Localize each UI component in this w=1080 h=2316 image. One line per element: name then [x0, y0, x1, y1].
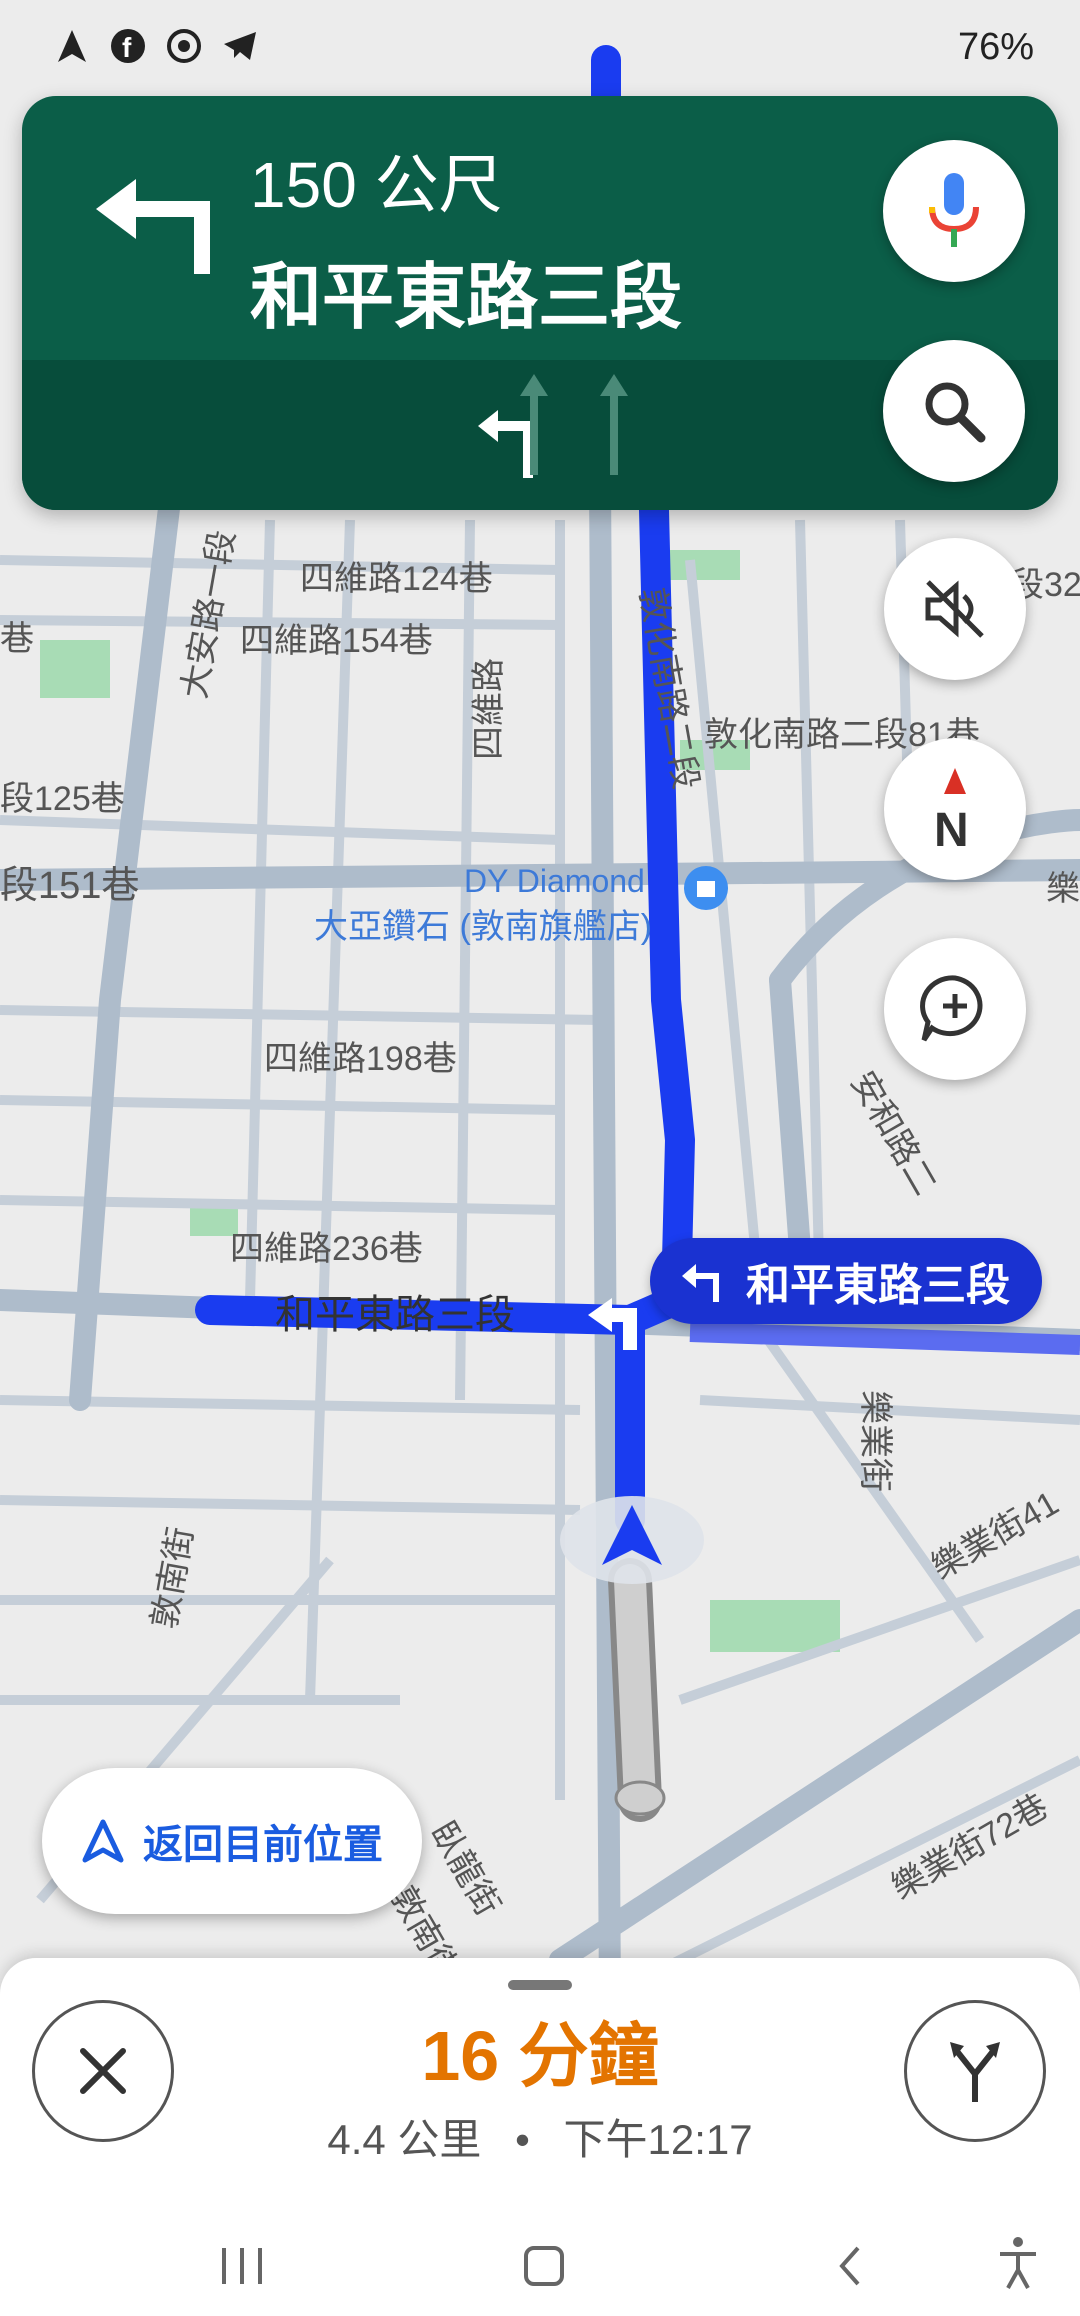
map-label: 段125巷 [0, 780, 125, 818]
mute-button[interactable] [884, 538, 1026, 680]
poi-label-zh[interactable]: 大亞鑽石 (敦南旗艦店) [314, 908, 652, 946]
sound-off-icon [925, 580, 984, 638]
map-label: 樂業街 [856, 1390, 894, 1492]
telegram-icon [224, 32, 256, 60]
map-label: 四維路154巷 [240, 622, 433, 660]
search-button[interactable] [883, 340, 1025, 482]
map-label: 和平東路三段 [275, 1293, 515, 1337]
map-label: 四維路236巷 [230, 1230, 423, 1268]
map-label: 巷 [0, 620, 34, 658]
system-navigation-bar [222, 2237, 1036, 2289]
trip-distance: 4.4 公里 [327, 2116, 482, 2163]
lane-straight-icon [520, 374, 548, 475]
upcoming-street-label: 和平東路三段 [746, 1261, 1010, 1310]
svg-text:f: f [122, 32, 132, 63]
poi-label-en[interactable]: DY Diamond [464, 863, 645, 899]
alternate-routes-button[interactable] [904, 2000, 1046, 2142]
search-icon [925, 382, 986, 443]
arrival-time: 下午12:17 [563, 2116, 753, 2163]
turn-left-icon [96, 179, 210, 274]
accessibility-button[interactable] [1000, 2237, 1036, 2289]
separator: • [515, 2116, 530, 2163]
maneuver-street: 和平東路三段 [250, 258, 683, 338]
status-bar: f 76% [0, 0, 1080, 96]
add-comment-icon [920, 975, 983, 1042]
fork-route-icon [950, 2042, 1000, 2102]
map-label: 樂 [1046, 870, 1080, 908]
map-label: 四維路 [470, 658, 508, 760]
turn-left-icon [682, 1264, 719, 1302]
facebook-icon: f [111, 29, 145, 63]
recenter-button[interactable]: 返回目前位置 [42, 1768, 422, 1914]
battery-level: 76% [957, 26, 1034, 68]
recent-apps-button[interactable] [222, 2248, 262, 2284]
recenter-label: 返回目前位置 [143, 1823, 383, 1867]
svg-text:N: N [934, 804, 969, 854]
map-label: 四維路198巷 [264, 1040, 457, 1078]
sheet-drag-handle[interactable] [508, 1980, 572, 1990]
maneuver-distance: 150 公尺 [250, 149, 503, 221]
navigation-arrow-icon [82, 1819, 124, 1863]
compass-icon: N [934, 768, 969, 854]
home-button[interactable] [524, 2246, 564, 2286]
voice-search-button[interactable] [883, 140, 1025, 282]
add-report-button[interactable] [884, 938, 1026, 1080]
map-label: 四維路124巷 [300, 560, 493, 598]
microphone-icon [929, 173, 979, 247]
sync-icon [167, 29, 201, 63]
navigation-icon [58, 30, 86, 62]
lane-straight-icon [600, 374, 628, 475]
back-button[interactable] [839, 2246, 860, 2286]
compass-button[interactable]: N [884, 738, 1026, 880]
map-label: 段151巷 [0, 865, 139, 907]
upcoming-street-chip: 和平東路三段 [650, 1238, 1042, 1324]
trip-details: 4.4 公里 • 下午12:17 [0, 2106, 1080, 2167]
